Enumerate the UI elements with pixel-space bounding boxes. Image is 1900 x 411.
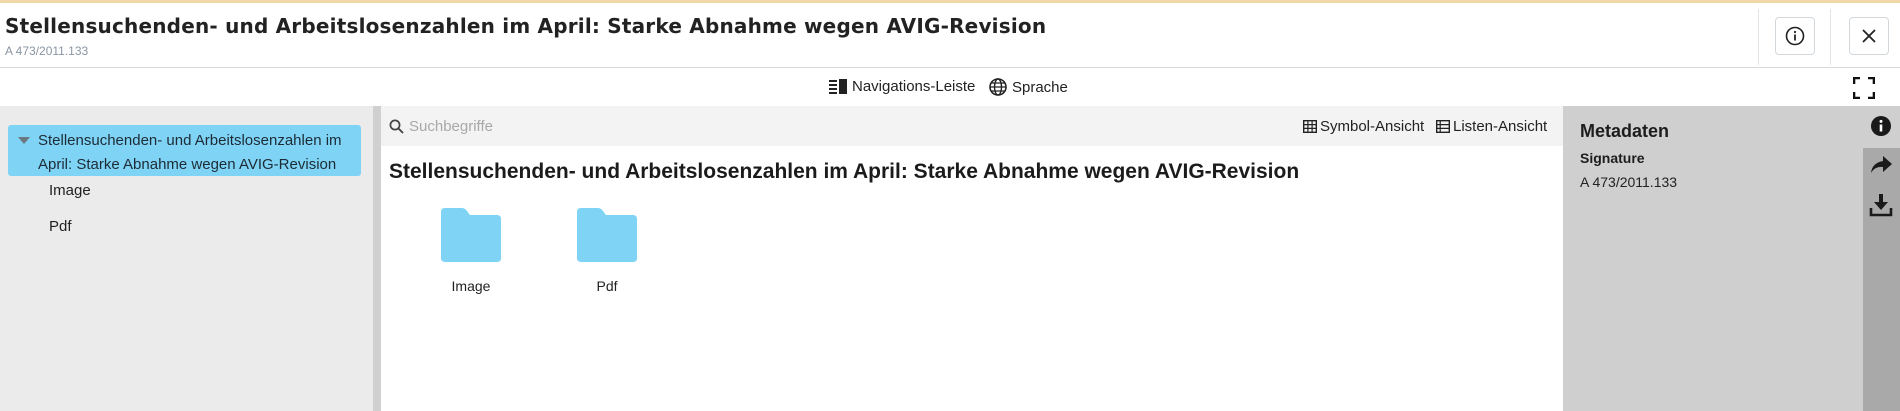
symbol-view-button[interactable]: Symbol-Ansicht: [1303, 118, 1424, 135]
close-button[interactable]: [1849, 17, 1889, 55]
header-divider: [1758, 9, 1759, 65]
info-icon: [1871, 116, 1891, 136]
header-divider: [1830, 9, 1831, 65]
signature-label: Signature: [1580, 150, 1645, 166]
grid-icon: [1303, 120, 1317, 133]
download-icon: [1869, 194, 1893, 217]
folder-label: Pdf: [596, 278, 618, 294]
folder-label: Image: [451, 278, 491, 294]
metadata-info-button[interactable]: [1868, 113, 1894, 139]
folder-pdf[interactable]: [552, 206, 662, 269]
folder-icon: [577, 208, 637, 262]
navigation-bar-icon: [829, 79, 847, 94]
info-button[interactable]: [1775, 17, 1815, 55]
page-subtitle: A 473/2011.133: [5, 44, 89, 58]
content-title: Stellensuchenden- und Arbeitslosenzahlen…: [389, 160, 1300, 183]
metadata-panel: Metadaten Signature A 473/2011.133: [1563, 106, 1863, 411]
search-icon: [389, 119, 404, 134]
tree-item-pdf[interactable]: Pdf: [49, 218, 72, 235]
panel-resize-handle[interactable]: [373, 106, 381, 411]
header: Stellensuchenden- und Arbeitslosenzahlen…: [0, 3, 1900, 68]
metadata-title: Metadaten: [1580, 121, 1670, 141]
folder-icon: [441, 208, 501, 262]
fullscreen-button[interactable]: [1852, 76, 1876, 104]
folder-image[interactable]: [416, 206, 526, 269]
fullscreen-icon: [1852, 76, 1876, 100]
list-view-label: Listen-Ansicht: [1453, 118, 1548, 135]
share-icon: [1871, 156, 1892, 173]
caret-down-icon[interactable]: [18, 137, 30, 144]
search-bar: Suchbegriffe Symbol-Ansicht Listen-Ansic…: [381, 106, 1563, 146]
toolbar: Navigations-Leiste Sprache: [0, 68, 1900, 106]
navigation-bar-label: Navigations-Leiste: [852, 78, 976, 95]
symbol-view-label: Symbol-Ansicht: [1320, 118, 1425, 135]
list-icon: [1436, 120, 1450, 133]
list-view-button[interactable]: Listen-Ansicht: [1436, 118, 1547, 135]
share-button[interactable]: [1868, 152, 1894, 178]
info-circle-icon: [1785, 26, 1805, 46]
tree-item-label: Stellensuchenden- und Arbeitslosenzahlen…: [38, 132, 342, 173]
tree-item-root[interactable]: Stellensuchenden- und Arbeitslosenzahlen…: [8, 125, 361, 176]
signature-value: A 473/2011.133: [1580, 174, 1678, 190]
globe-icon: [989, 78, 1007, 96]
page-title: Stellensuchenden- und Arbeitslosenzahlen…: [5, 14, 1047, 38]
download-button[interactable]: [1868, 192, 1894, 218]
navigation-bar-toggle[interactable]: Navigations-Leiste: [829, 78, 975, 95]
content-area: Suchbegriffe Symbol-Ansicht Listen-Ansic…: [381, 106, 1563, 411]
language-selector[interactable]: Sprache: [989, 78, 1068, 96]
tree-item-image[interactable]: Image: [49, 182, 91, 199]
search-input[interactable]: Suchbegriffe: [409, 118, 493, 135]
language-label: Sprache: [1012, 78, 1068, 96]
close-icon: [1862, 29, 1876, 43]
